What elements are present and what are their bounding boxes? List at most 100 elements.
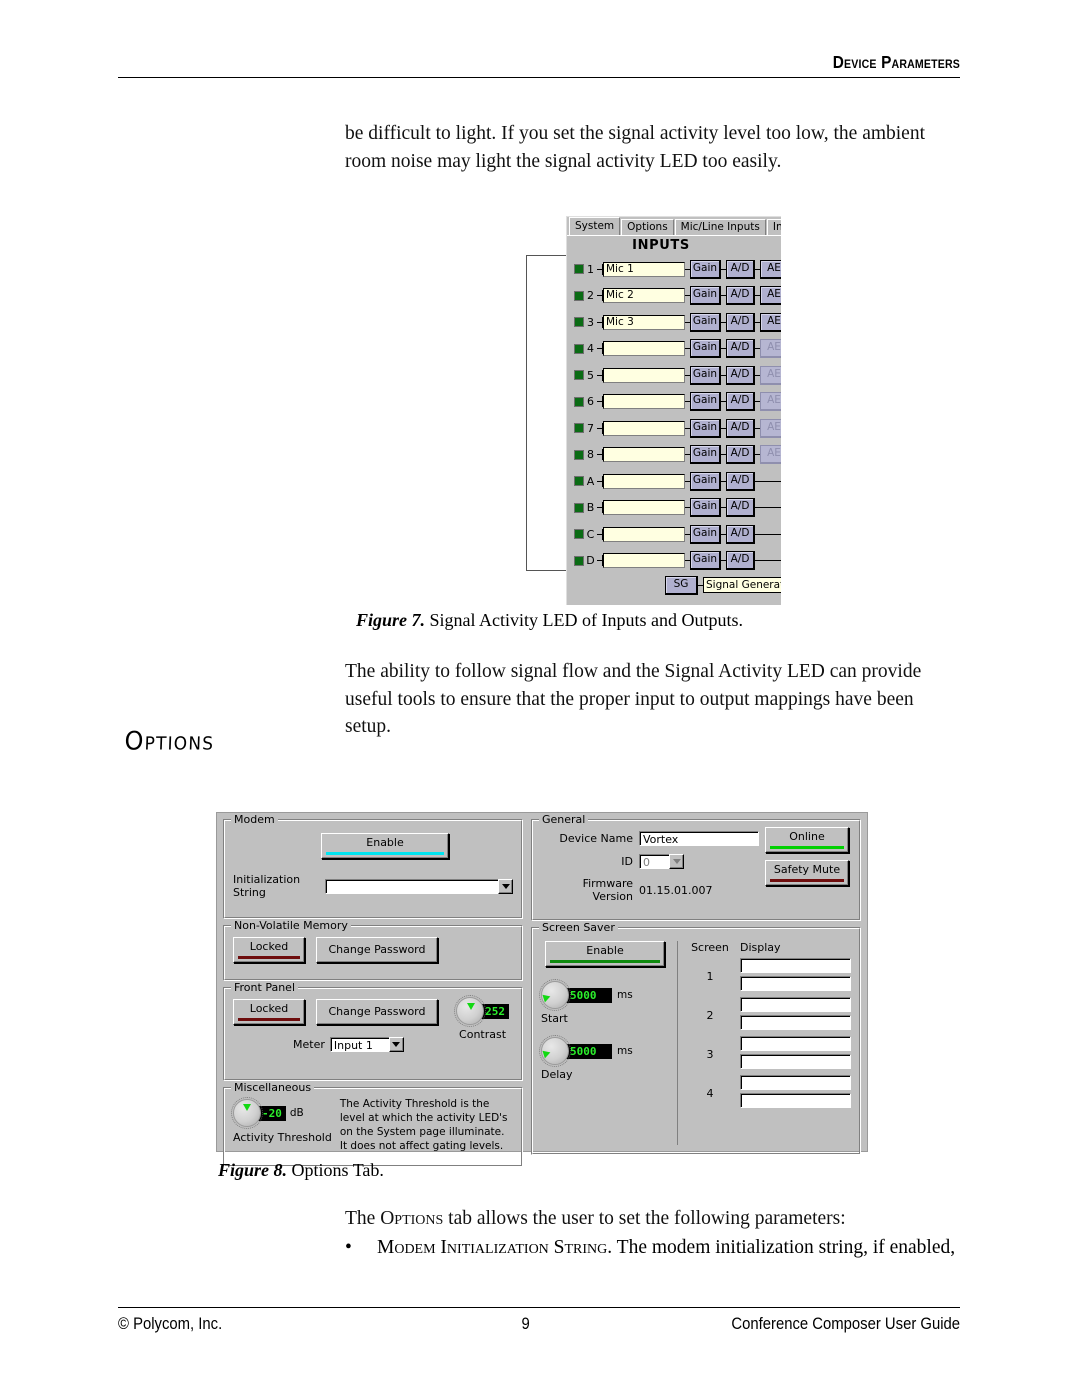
aec-block[interactable]: AE	[760, 286, 781, 306]
gain-block[interactable]: Gain	[690, 498, 721, 518]
device-id-label: ID	[621, 855, 633, 868]
input-name-field[interactable]: Mic 2	[603, 288, 685, 304]
nvm-locked-button[interactable]: Locked	[233, 937, 305, 963]
display-text-input-line2[interactable]	[740, 1015, 851, 1030]
aec-block[interactable]: AE	[760, 312, 781, 332]
chevron-down-icon[interactable]	[498, 878, 513, 894]
ad-block[interactable]: A/D	[726, 339, 755, 359]
screen-row: 3	[686, 1036, 851, 1072]
ad-block[interactable]: A/D	[726, 259, 755, 279]
ad-block[interactable]: A/D	[726, 524, 755, 544]
gain-block[interactable]: Gain	[690, 471, 721, 491]
display-text-input-line2[interactable]	[740, 1093, 851, 1108]
input-channel-label: 4	[587, 342, 594, 356]
input-name-field[interactable]	[603, 526, 685, 542]
input-name-field[interactable]	[603, 553, 685, 569]
ad-block[interactable]: A/D	[726, 471, 755, 491]
aec-block[interactable]: AE	[760, 365, 781, 385]
tab-system[interactable]: System	[569, 217, 621, 235]
gain-block[interactable]: Gain	[690, 524, 721, 544]
ad-block[interactable]: A/D	[726, 312, 755, 332]
tab-mic-line-inputs[interactable]: Mic/Line Inputs	[674, 219, 766, 235]
chevron-down-icon[interactable]	[388, 1037, 404, 1052]
figure8-caption: Figure 8. Options Tab.	[218, 1160, 384, 1181]
gain-block[interactable]: Gain	[690, 339, 721, 359]
tab-input-f[interactable]: Input F	[766, 219, 781, 235]
input-row: 1 Mic 1 Gain A/D AE	[567, 256, 781, 283]
display-text-input-line1[interactable]	[740, 1036, 851, 1051]
contrast-control[interactable]: 252 Contrast	[454, 995, 509, 1041]
aec-block[interactable]: AE	[760, 445, 781, 465]
contrast-knob[interactable]	[454, 995, 487, 1027]
input-name-field[interactable]: Mic 1	[603, 261, 685, 277]
modem-init-string-input[interactable]	[325, 878, 498, 894]
delay-unit: ms	[617, 1045, 633, 1057]
signal-activity-led	[574, 264, 584, 275]
display-text-input-line2[interactable]	[740, 1054, 851, 1069]
input-name-field[interactable]	[603, 500, 685, 516]
online-button[interactable]: Online	[765, 827, 849, 853]
ad-block[interactable]: A/D	[726, 551, 755, 571]
input-name-field[interactable]	[603, 367, 685, 383]
gain-block[interactable]: Gain	[690, 392, 721, 412]
gain-block[interactable]: Gain	[690, 312, 721, 332]
safety-mute-button[interactable]: Safety Mute	[765, 860, 849, 886]
aec-block[interactable]: AE	[760, 259, 781, 279]
ad-block[interactable]: A/D	[726, 418, 755, 438]
signal-generator-button[interactable]: SG	[665, 575, 698, 595]
safety-mute-label: Safety Mute	[773, 863, 841, 876]
screen-saver-start-control[interactable]: 5000 ms Start	[539, 979, 669, 1025]
ad-block[interactable]: A/D	[726, 365, 755, 385]
screen-saver-delay-control[interactable]: 5000 ms Delay	[539, 1035, 669, 1081]
activity-threshold-knob[interactable]	[231, 1097, 263, 1129]
front-panel-locked-button[interactable]: Locked	[233, 999, 305, 1025]
gain-block[interactable]: Gain	[690, 286, 721, 306]
ad-block[interactable]: A/D	[726, 445, 755, 465]
display-text-input-line2[interactable]	[740, 976, 851, 991]
aec-block[interactable]: AE	[760, 392, 781, 412]
input-name-field[interactable]	[603, 447, 685, 463]
footer-guide-title: Conference Composer User Guide	[731, 1315, 960, 1333]
signal-activity-led	[574, 370, 584, 381]
modem-enable-button[interactable]: Enable	[321, 833, 449, 859]
ad-block[interactable]: A/D	[726, 392, 755, 412]
start-knob[interactable]	[539, 979, 571, 1011]
device-id-combo[interactable]: 0	[639, 854, 684, 869]
input-name-field[interactable]	[603, 394, 685, 410]
ad-block[interactable]: A/D	[726, 286, 755, 306]
screen-saver-enable-button[interactable]: Enable	[545, 941, 665, 967]
input-name-field[interactable]: Mic 3	[603, 314, 685, 330]
screen-number: 1	[706, 969, 714, 983]
input-name-field[interactable]	[603, 341, 685, 357]
screen-number: 4	[706, 1086, 714, 1100]
input-name-field[interactable]	[603, 473, 685, 489]
gain-block[interactable]: Gain	[690, 418, 721, 438]
input-channel-label: 7	[587, 421, 594, 435]
aec-block[interactable]: AE	[760, 418, 781, 438]
meter-value[interactable]: Input 1	[329, 1037, 389, 1052]
display-text-input-line1[interactable]	[740, 1075, 851, 1090]
meter-combo[interactable]: Input 1	[329, 1037, 404, 1052]
nvm-locked-label: Locked	[249, 940, 289, 953]
group-front-panel-label: Front Panel	[231, 981, 298, 994]
device-id-value[interactable]: 0	[639, 854, 669, 869]
gain-block[interactable]: Gain	[690, 365, 721, 385]
chevron-down-icon[interactable]	[669, 854, 684, 869]
tab-options[interactable]: Options	[621, 219, 674, 235]
footer-rule	[118, 1307, 960, 1308]
delay-knob[interactable]	[539, 1035, 571, 1067]
front-panel-change-password-button[interactable]: Change Password	[316, 999, 438, 1025]
gain-block[interactable]: Gain	[690, 445, 721, 465]
ad-block[interactable]: A/D	[726, 498, 755, 518]
signal-generator-row: SG Signal Generator	[567, 574, 781, 596]
nvm-change-password-button[interactable]: Change Password	[316, 937, 438, 963]
input-name-field[interactable]	[603, 420, 685, 436]
display-text-input-line1[interactable]	[740, 958, 851, 973]
gain-block[interactable]: Gain	[690, 551, 721, 571]
aec-block[interactable]: AE	[760, 339, 781, 359]
modem-init-string-combo[interactable]	[325, 878, 513, 894]
gain-block[interactable]: Gain	[690, 259, 721, 279]
device-name-input[interactable]: Vortex	[639, 831, 759, 846]
display-text-input-line1[interactable]	[740, 997, 851, 1012]
activity-threshold-control[interactable]: -20 dB Activity Threshold	[231, 1097, 332, 1157]
